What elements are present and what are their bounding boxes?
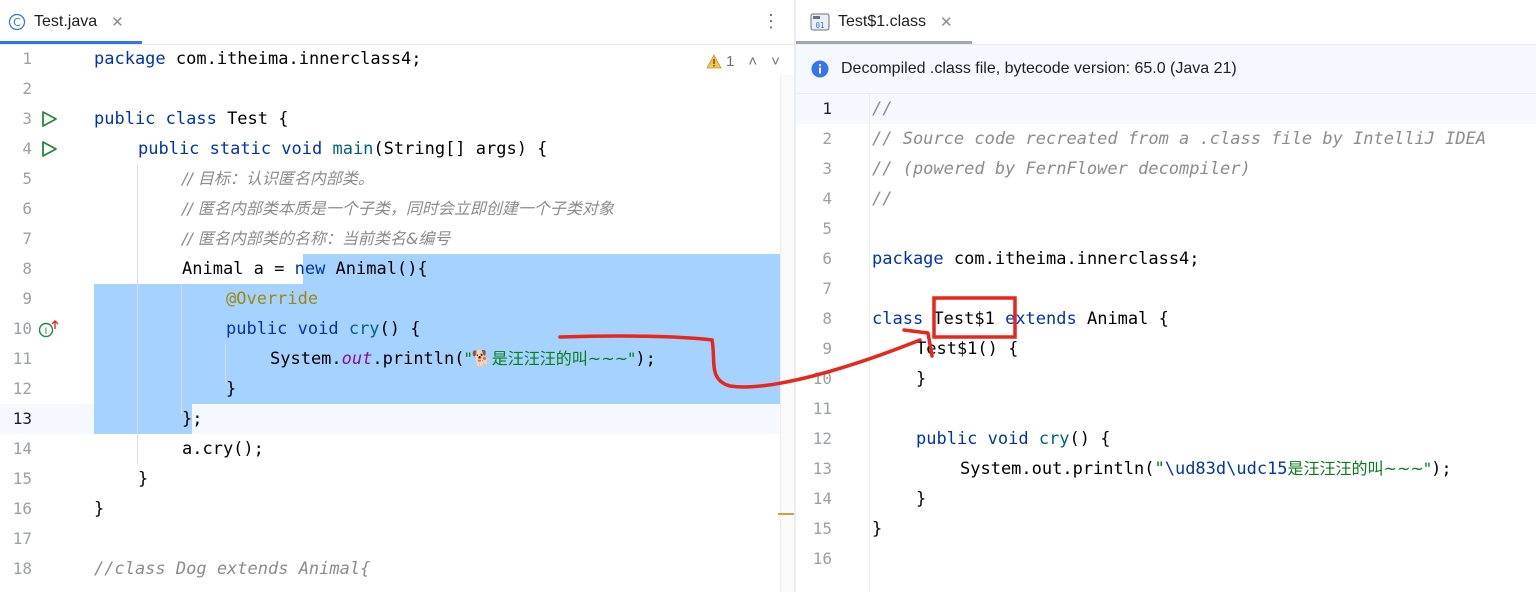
code-line-6: package com.itheima.innerclass4;: [872, 249, 1200, 269]
line-number: 9: [822, 339, 832, 358]
code-line-10: public void cry() {: [226, 319, 421, 339]
line-number-current: 1: [822, 99, 832, 118]
warning-count: 1: [726, 52, 735, 70]
warning-icon: [706, 53, 722, 68]
code-line-13: };: [182, 409, 203, 429]
code-line-3: // (powered by FernFlower decompiler): [872, 159, 1251, 179]
line-number: 2: [822, 129, 832, 148]
line-number: 18: [12, 559, 32, 578]
code-line-18: //class Dog extends Animal{: [94, 559, 371, 579]
right-tab-bar: 01 Test$1.class ✕: [796, 0, 1536, 45]
line-number: 6: [822, 249, 832, 268]
line-number: 4: [822, 189, 832, 208]
line-number: 7: [22, 229, 32, 248]
line-number: 16: [812, 549, 832, 568]
code-line-10: }: [916, 369, 927, 389]
code-line-6: // 匿名内部类本质是一个子类，同时会立即创建一个子类对象: [182, 199, 614, 218]
tab-test-java[interactable]: C Test.java ✕: [8, 0, 124, 43]
code-line-16: }: [94, 499, 105, 519]
code-line-5: // 目标：认识匿名内部类。: [182, 169, 374, 188]
line-number: 15: [812, 519, 832, 538]
code-line-3: public class Test {: [94, 109, 289, 129]
code-line-4: //: [872, 189, 893, 209]
code-line-15: }: [872, 519, 883, 539]
line-number: 15: [12, 469, 32, 488]
svg-text:I: I: [45, 327, 48, 337]
more-actions-icon[interactable]: ⋮: [762, 0, 780, 43]
current-line-highlight: [796, 94, 1536, 124]
line-number: 10: [812, 369, 832, 388]
info-icon: [811, 60, 829, 78]
line-number: 3: [822, 159, 832, 178]
run-icon[interactable]: [40, 110, 58, 128]
code-line-8: class Test$1 extends Animal {: [872, 309, 1169, 329]
line-number: 9: [22, 289, 32, 308]
code-line-1: //: [872, 99, 893, 119]
next-highlight-icon[interactable]: ˅: [771, 53, 780, 70]
indent-guide: [181, 284, 182, 414]
code-line-2: // Source code recreated from a .class f…: [872, 129, 1487, 149]
line-number: 13: [812, 459, 832, 478]
java-class-icon: C: [8, 13, 26, 30]
line-number: 5: [22, 169, 32, 188]
line-number: 7: [822, 279, 832, 298]
code-line-9: @Override: [226, 289, 319, 309]
code-line-7: // 匿名内部类的名称：当前类名&编号: [182, 229, 451, 248]
selection-line-13: [94, 404, 192, 434]
svg-text:01: 01: [815, 21, 824, 30]
close-tab-icon[interactable]: ✕: [111, 13, 124, 31]
svg-text:C: C: [13, 16, 21, 29]
decompiled-info-banner: Decompiled .class file, bytecode version…: [796, 45, 1536, 94]
code-line-8: Animal a = new Animal(){: [182, 259, 428, 279]
line-number: 5: [822, 219, 832, 238]
line-number: 4: [22, 139, 32, 158]
code-line-13: System.out.println("\ud83d\udc15是汪汪汪的叫~~…: [960, 459, 1452, 479]
code-line-4: public static void main(String[] args) {: [138, 139, 548, 159]
line-number: 16: [12, 499, 32, 518]
code-line-14: a.cry();: [182, 439, 264, 459]
line-number: 8: [822, 309, 832, 328]
line-number: 1: [22, 49, 32, 68]
code-line-15: }: [138, 469, 149, 489]
line-number: 12: [12, 379, 32, 398]
line-number: 11: [12, 349, 32, 368]
implements-method-icon[interactable]: I: [38, 319, 60, 339]
tab-title: Test.java: [34, 12, 98, 30]
tab-indicator: [796, 41, 972, 44]
left-editor-pane: C Test.java ✕ ⋮ 1 ˄ ˅ 1 2 3 4 5 6 7 8 9 …: [0, 0, 794, 592]
code-line-9: Test$1() {: [916, 339, 1019, 359]
left-tab-bar: C Test.java ✕ ⋮: [0, 0, 794, 45]
code-line-12: }: [226, 379, 237, 399]
line-number: 2: [22, 79, 32, 98]
line-number: 8: [22, 259, 32, 278]
run-icon[interactable]: [40, 140, 58, 158]
code-line-1: package com.itheima.innerclass4;: [94, 49, 422, 69]
line-number: 11: [812, 399, 832, 418]
gutter-divider: [869, 94, 870, 592]
info-banner-text: Decompiled .class file, bytecode version…: [841, 60, 1237, 77]
code-line-11: System.out.println("🐕是汪汪汪的叫~~~");: [270, 349, 656, 369]
inspections-widget[interactable]: 1 ˄ ˅: [706, 48, 780, 74]
line-number: 14: [812, 489, 832, 508]
line-number-current: 13: [12, 409, 32, 428]
code-line-12: public void cry() {: [916, 429, 1111, 449]
line-number: 10: [12, 319, 32, 338]
line-number: 6: [22, 199, 32, 218]
indent-guide: [137, 164, 138, 464]
class-file-icon: 01: [810, 13, 830, 30]
right-editor-pane: 01 Test$1.class ✕ Decompiled .class file…: [796, 0, 1536, 592]
close-tab-icon[interactable]: ✕: [940, 13, 953, 31]
line-number: 12: [812, 429, 832, 448]
line-number: 14: [12, 439, 32, 458]
previous-highlight-icon[interactable]: ˄: [748, 53, 757, 70]
tab-test1-class[interactable]: 01 Test$1.class ✕: [810, 0, 953, 43]
code-line-14: }: [916, 489, 927, 509]
tab-title: Test$1.class: [838, 12, 927, 30]
scrollbar-marker: [778, 513, 794, 515]
line-number: 3: [22, 109, 32, 128]
line-number: 17: [12, 529, 32, 548]
